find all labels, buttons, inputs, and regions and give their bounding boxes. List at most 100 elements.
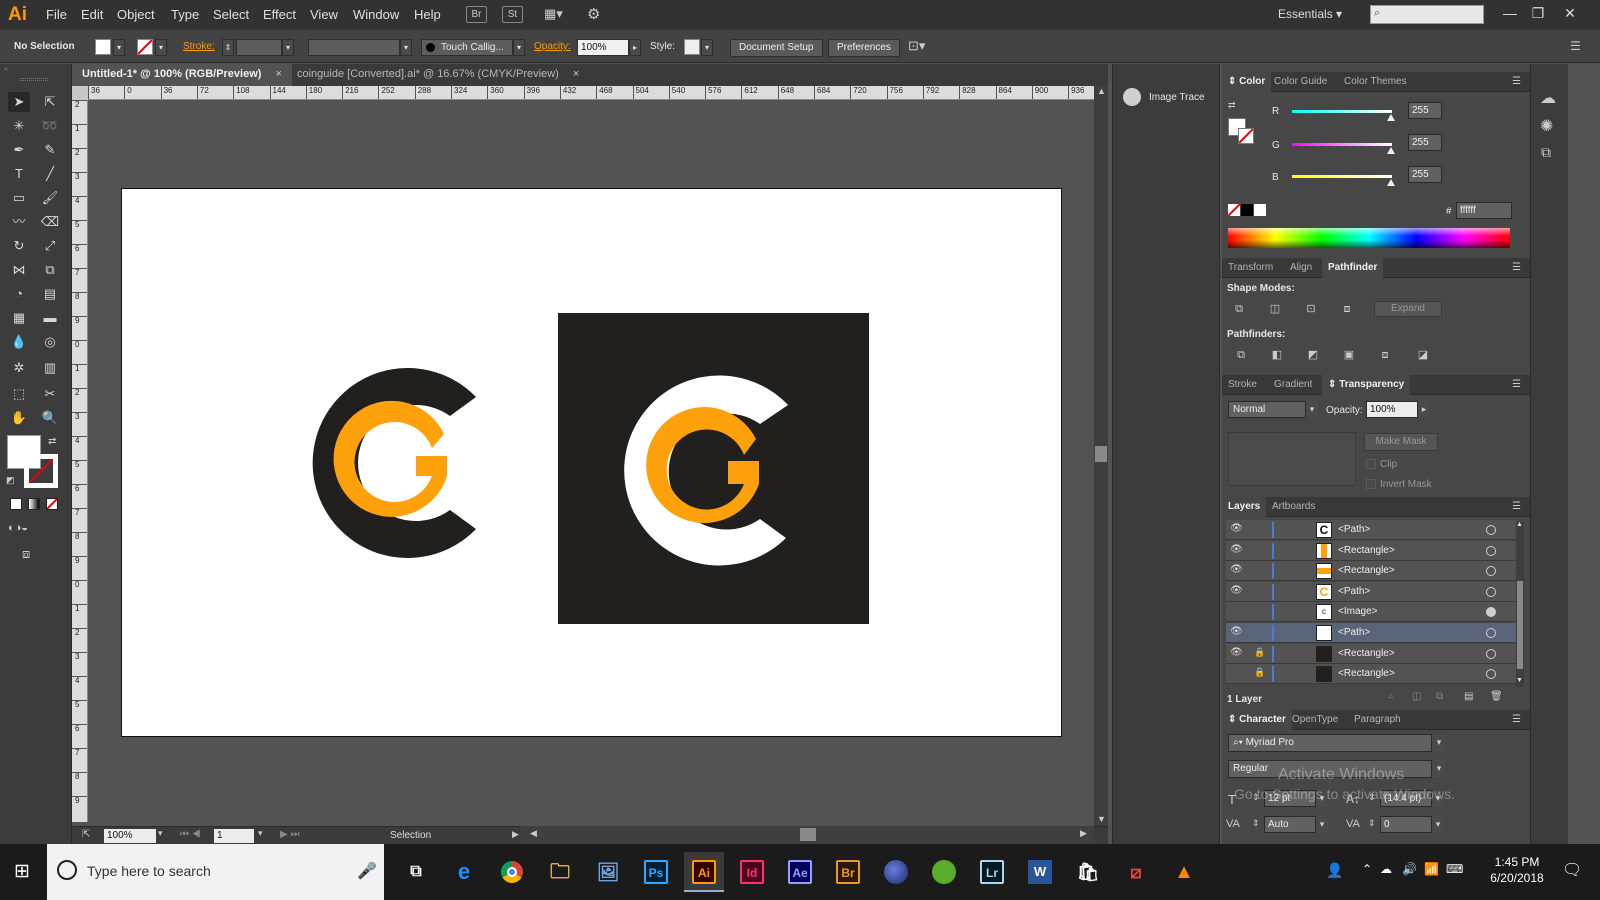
lightroom-icon[interactable]: Lr	[972, 852, 1012, 892]
appearance-icon[interactable]: ✺	[1540, 116, 1553, 136]
cinema4d-icon[interactable]	[876, 852, 916, 892]
lock-icon[interactable]: 🔒	[1254, 667, 1268, 678]
microphone-icon[interactable]: 🎤	[357, 861, 377, 881]
b-input[interactable]: 255	[1408, 166, 1442, 183]
pathfinder-menu-icon[interactable]: ☰	[1512, 262, 1521, 273]
black-swatch[interactable]	[1241, 204, 1253, 216]
layer-row[interactable]: 👁 C <Path>	[1226, 520, 1516, 540]
r-slider[interactable]	[1292, 110, 1392, 113]
layer-row[interactable]: 🔒 <Rectangle>	[1226, 664, 1516, 685]
layer-row[interactable]: 👁 <Rectangle>	[1226, 540, 1516, 561]
layers-scroll-up-icon[interactable]: ▲	[1516, 521, 1523, 528]
layer-target-circle[interactable]	[1486, 586, 1496, 597]
horizontal-scrollbar[interactable]: ◀ ▶	[520, 826, 1094, 844]
minimize-icon[interactable]: —	[1496, 2, 1524, 26]
tab-color-guide[interactable]: Color Guide	[1268, 72, 1333, 92]
expand-button[interactable]: Expand	[1374, 301, 1442, 317]
transparency-opacity-input[interactable]: 100%	[1366, 401, 1418, 418]
b-slider-thumb[interactable]	[1387, 179, 1395, 186]
lock-icon[interactable]: 🔒	[1254, 647, 1268, 658]
layer-target-circle[interactable]	[1486, 607, 1496, 618]
artboard-number-input[interactable]: 1	[214, 829, 254, 843]
bridge-icon[interactable]: Br	[828, 852, 868, 892]
visibility-eye-icon[interactable]: 👁	[1230, 647, 1244, 658]
clock[interactable]: 1:45 PM 6/20/2018	[1482, 854, 1552, 886]
vertical-scroll-thumb[interactable]	[1095, 446, 1107, 462]
locate-object-icon[interactable]: ⌕	[1388, 691, 1394, 702]
first-artboard-icon[interactable]: ⏮ ◀	[180, 829, 201, 840]
asset-export-icon[interactable]: ⧉	[1541, 144, 1551, 161]
tab-align[interactable]: Align	[1284, 258, 1318, 278]
libraries-icon[interactable]: ☁	[1540, 88, 1556, 108]
status-menu-arrow[interactable]: ▶	[512, 829, 519, 840]
layer-name[interactable]: <Path>	[1338, 627, 1370, 638]
word-icon[interactable]: W	[1020, 852, 1060, 892]
font-family-select[interactable]: ⌕▾ Myriad Pro	[1228, 734, 1432, 752]
tab-transform[interactable]: Transform	[1222, 258, 1279, 278]
logo-on-white[interactable]	[312, 368, 476, 559]
layers-menu-icon[interactable]: ☰	[1512, 501, 1521, 512]
r-slider-thumb[interactable]	[1387, 114, 1395, 121]
visibility-eye-icon[interactable]: 👁	[1230, 564, 1244, 575]
scroll-up-icon[interactable]: ▲	[1097, 86, 1106, 96]
chrome-icon[interactable]	[492, 852, 532, 892]
swap-colors-icon[interactable]: ⇄	[1228, 100, 1242, 114]
tab-layers[interactable]: Layers	[1222, 497, 1267, 517]
font-style-dropdown[interactable]: ▾	[1432, 760, 1446, 778]
layer-target-circle[interactable]	[1486, 669, 1496, 680]
tab-character[interactable]: ⇕ Character	[1222, 710, 1292, 730]
volume-icon[interactable]: 🔊	[1402, 862, 1417, 876]
vectorizer-icon[interactable]	[924, 852, 964, 892]
layer-name[interactable]: <Rectangle>	[1338, 668, 1395, 679]
tab-paragraph[interactable]: Paragraph	[1348, 710, 1407, 730]
image-trace-icon[interactable]	[1123, 88, 1141, 106]
action-center-icon[interactable]: 🗨	[1562, 860, 1582, 880]
new-sublayer-icon[interactable]: ⧉	[1436, 691, 1443, 702]
invert-mask-checkbox[interactable]	[1366, 479, 1376, 489]
zoom-dropdown[interactable]: ▾	[158, 828, 163, 839]
tab-opentype[interactable]: OpenType	[1286, 710, 1344, 730]
visibility-eye-icon[interactable]: 👁	[1230, 523, 1244, 534]
intersect-icon[interactable]: ⊡	[1302, 301, 1320, 317]
tab-transparency[interactable]: ⇕ Transparency	[1322, 375, 1411, 395]
make-mask-button[interactable]: Make Mask	[1364, 433, 1438, 451]
outline-icon[interactable]: ⧈	[1376, 347, 1394, 363]
character-menu-icon[interactable]: ☰	[1512, 714, 1521, 725]
taskbar-search-box[interactable]: Type here to search 🎤	[47, 844, 384, 900]
language-icon[interactable]: ⌨	[1446, 862, 1463, 876]
kerning-input[interactable]: Auto	[1264, 816, 1316, 833]
tracking-input[interactable]: 0	[1380, 816, 1432, 833]
photoshop-icon[interactable]: Ps	[636, 852, 676, 892]
trim-icon[interactable]: ◧	[1268, 347, 1286, 363]
visibility-eye-icon[interactable]: 👁	[1230, 626, 1244, 637]
minus-back-icon[interactable]: ◪	[1414, 347, 1432, 363]
b-slider[interactable]	[1292, 175, 1392, 178]
layer-name[interactable]: <Path>	[1338, 524, 1370, 535]
layer-name[interactable]: <Rectangle>	[1338, 648, 1395, 659]
restore-icon[interactable]: ❐	[1524, 2, 1552, 26]
wifi-icon[interactable]: 📶	[1424, 862, 1439, 876]
transparency-menu-icon[interactable]: ☰	[1512, 379, 1521, 390]
pdf-app-icon[interactable]: ⧄	[1116, 852, 1156, 892]
kerning-stepper[interactable]: ⇕	[1252, 818, 1260, 829]
make-clipping-mask-icon[interactable]: ◫	[1412, 691, 1421, 702]
control-menu-icon[interactable]: ☰	[1570, 39, 1581, 53]
blend-mode-dropdown[interactable]: ▾	[1306, 401, 1318, 418]
scroll-left-icon[interactable]: ◀	[530, 828, 537, 839]
tab-color-themes[interactable]: Color Themes	[1338, 72, 1413, 92]
layers-scroll-down-icon[interactable]: ▼	[1516, 677, 1523, 684]
illustrator-icon[interactable]: Ai	[684, 852, 724, 892]
white-swatch[interactable]	[1254, 204, 1266, 216]
artboard-nav-icon[interactable]: ⇱	[82, 829, 90, 840]
tab-artboards[interactable]: Artboards	[1266, 497, 1321, 517]
layer-target-circle[interactable]	[1486, 545, 1496, 556]
store-icon[interactable]: 🛍	[1068, 852, 1108, 892]
clip-checkbox[interactable]	[1366, 459, 1376, 469]
photos-icon[interactable]: 🖼	[588, 852, 628, 892]
unite-icon[interactable]: ⧉	[1230, 301, 1248, 317]
layer-name[interactable]: <Rectangle>	[1338, 565, 1395, 576]
layer-row[interactable]: c <Image>	[1226, 602, 1516, 623]
zoom-level-input[interactable]: 100%	[104, 829, 156, 843]
layer-target-circle[interactable]	[1486, 525, 1496, 535]
g-input[interactable]: 255	[1408, 134, 1442, 151]
